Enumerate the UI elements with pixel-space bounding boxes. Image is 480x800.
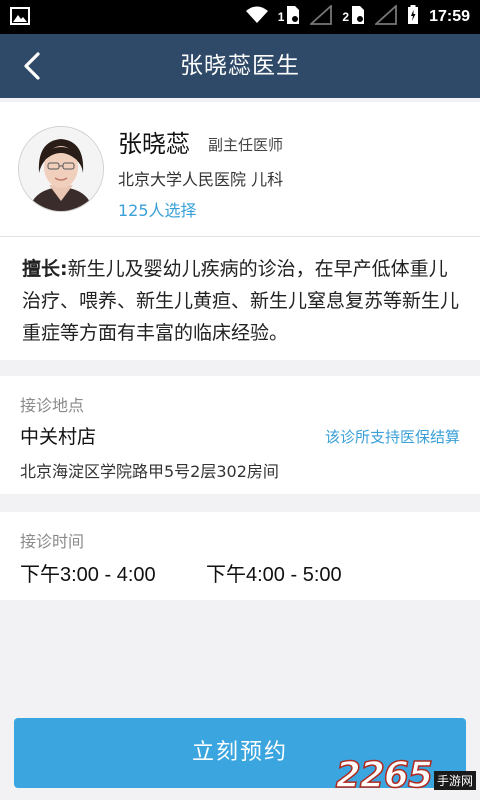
time-slot[interactable]: 下午3:00 - 4:00 [20, 558, 156, 587]
time-slot[interactable]: 下午4:00 - 5:00 [206, 558, 342, 587]
clinic-name: 中关村店 [20, 426, 97, 448]
clock-time: 17:59 [429, 8, 470, 25]
signal-icon [309, 3, 333, 29]
doctor-specialty: 擅长:新生儿及婴幼儿疾病的诊治，在早产低体重儿治疗、喂养、新生儿黄疸、新生儿窒息… [22, 253, 462, 349]
divider [0, 236, 480, 237]
sim2-indicator: 2 [342, 5, 365, 29]
status-bar: 1 2 17:59 [0, 0, 480, 34]
watermark-number: 2265 [335, 754, 434, 797]
location-section: 接诊地点 中关村店 该诊所支持医保结算 北京海淀区学院路甲5号2层302房间 [0, 376, 480, 494]
sim-card-icon [286, 5, 300, 29]
insurance-link[interactable]: 该诊所支持医保结算 [325, 426, 460, 447]
specialty-label: 擅长: [22, 258, 68, 280]
watermark-site: 手游网 [433, 771, 476, 790]
sim2-number: 2 [342, 10, 350, 24]
doctor-title: 副主任医师 [208, 136, 284, 154]
doctor-card: 张晓蕊 副主任医师 北京大学人民医院 儿科 125人选择 擅长:新生儿及婴幼儿疾… [0, 102, 480, 360]
signal-icon [373, 3, 397, 29]
sim-card-icon [351, 5, 365, 29]
page-title: 张晓蕊医生 [180, 53, 300, 79]
clinic-address: 北京海淀区学院路甲5号2层302房间 [20, 462, 279, 481]
gallery-notification-icon [10, 7, 30, 29]
schedule-section: 接诊时间 下午3:00 - 4:00 下午4:00 - 5:00 [0, 512, 480, 600]
wifi-icon [245, 6, 268, 28]
navigation-bar: 张晓蕊医生 [0, 34, 480, 98]
battery-icon [407, 5, 419, 29]
doctor-name: 张晓蕊 [118, 130, 190, 158]
selection-count: 125人选择 [118, 201, 197, 220]
doctor-hospital: 北京大学人民医院 儿科 [118, 170, 284, 189]
sim1-number: 1 [277, 10, 285, 24]
sim1-indicator: 1 [278, 5, 301, 29]
location-label: 接诊地点 [20, 396, 85, 415]
doctor-avatar [18, 126, 104, 212]
watermark-logo: 2265 手游网 [335, 754, 476, 797]
schedule-label: 接诊时间 [20, 532, 85, 551]
specialty-text: 新生儿及婴幼儿疾病的诊治，在早产低体重儿治疗、喂养、新生儿黄疸、新生儿窒息复苏等… [22, 258, 460, 344]
